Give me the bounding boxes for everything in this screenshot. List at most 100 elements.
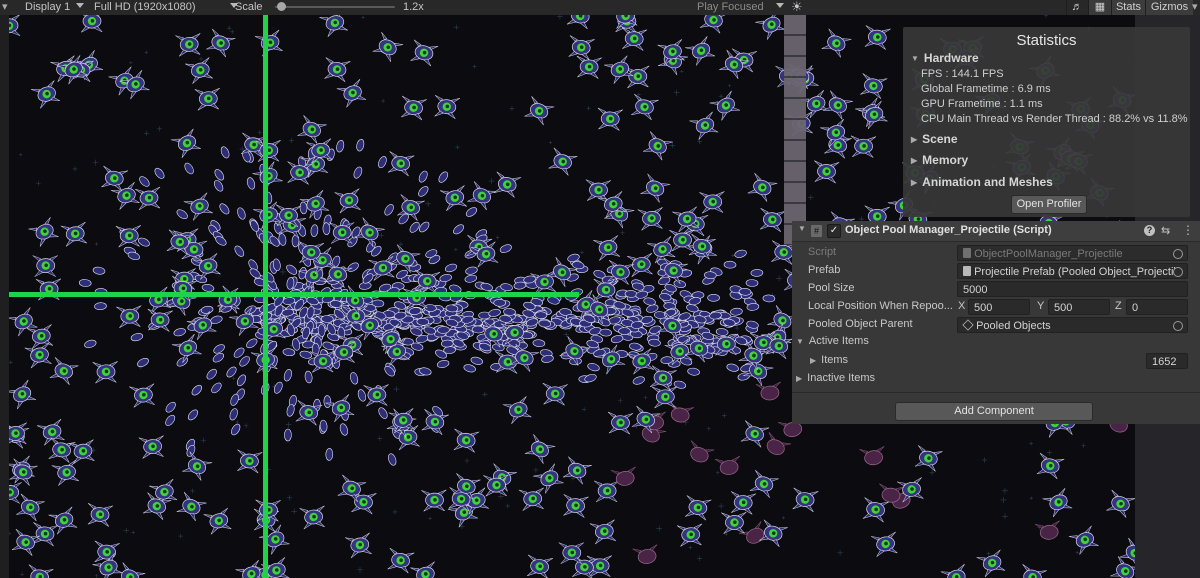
- enemy: [546, 147, 578, 177]
- foldout-arrow-icon[interactable]: ▼: [798, 224, 806, 233]
- memory-section[interactable]: ▶ Memory: [911, 153, 968, 167]
- projectile: [303, 370, 314, 384]
- items-foldout[interactable]: ▶ Items: [810, 352, 848, 369]
- active-items-foldout[interactable]: ▼ Active Items: [796, 333, 869, 350]
- enemy: [1034, 452, 1065, 480]
- star: [580, 250, 584, 255]
- enemy: [370, 31, 404, 64]
- star: [35, 180, 41, 186]
- projectile: [78, 278, 92, 288]
- z-label[interactable]: Z: [1115, 300, 1122, 312]
- star: [986, 551, 991, 556]
- enemy: [30, 79, 63, 110]
- star: [495, 235, 500, 240]
- projectile: [163, 400, 178, 415]
- inspector-panel: ▼ # ✓ Object Pool Manager_Projectile (Sc…: [792, 221, 1200, 424]
- more-options-icon[interactable]: ⋮: [1182, 223, 1194, 237]
- enemy: [593, 480, 620, 503]
- enemy: [194, 87, 222, 111]
- projectile: [345, 260, 361, 274]
- items-count-input[interactable]: 1652: [1146, 353, 1188, 369]
- script-label: Script: [808, 246, 837, 258]
- enemy: [110, 181, 142, 211]
- speaker-icon[interactable]: ♬: [1066, 0, 1087, 15]
- object-picker-icon[interactable]: [1173, 267, 1183, 277]
- enemy: [295, 114, 328, 145]
- enemy: [251, 161, 285, 193]
- enemy: [145, 308, 174, 333]
- enemy: [482, 474, 510, 497]
- scene-label: Scene: [922, 132, 958, 146]
- inactive-items-foldout[interactable]: ▶ Inactive Items: [796, 370, 875, 387]
- help-icon[interactable]: ?: [1144, 225, 1155, 236]
- preset-icon[interactable]: ⇆: [1161, 224, 1170, 237]
- stats-toggle-icon[interactable]: ▦: [1088, 0, 1111, 15]
- add-component-button[interactable]: Add Component: [895, 402, 1093, 421]
- pool-size-label: Pool Size: [808, 282, 855, 294]
- star: [586, 106, 591, 111]
- enemy: [170, 128, 204, 160]
- projectile: [647, 338, 662, 348]
- enemy: [651, 386, 678, 409]
- object-picker-icon[interactable]: [1173, 321, 1183, 331]
- x-input[interactable]: 500: [968, 299, 1030, 315]
- chevron-down-icon[interactable]: ▾: [1192, 0, 1198, 15]
- items-label: Items: [821, 354, 849, 366]
- star: [279, 268, 286, 275]
- star: [356, 566, 363, 573]
- enemy: [47, 356, 79, 387]
- star: [286, 495, 293, 501]
- star: [199, 57, 203, 61]
- star: [9, 360, 13, 365]
- star: [837, 550, 843, 556]
- enemy: [432, 94, 461, 120]
- projectile: [376, 405, 390, 421]
- star: [617, 397, 623, 403]
- resolution-dropdown[interactable]: Full HD (1920x1080): [94, 0, 238, 15]
- stats-button[interactable]: Stats: [1111, 0, 1145, 15]
- enemy: [24, 342, 55, 369]
- projectile: [204, 367, 219, 382]
- projectile: [92, 266, 106, 276]
- projectile: [725, 362, 740, 373]
- enemy: [698, 190, 726, 214]
- x-label[interactable]: X: [958, 300, 965, 312]
- scale-slider-handle[interactable]: [277, 2, 286, 11]
- open-profiler-button[interactable]: Open Profiler: [1011, 195, 1087, 214]
- enemy: [439, 184, 470, 212]
- enabled-checkbox[interactable]: ✓: [827, 224, 841, 238]
- enemy: [757, 207, 786, 233]
- scene-section[interactable]: ▶ Scene: [911, 132, 958, 146]
- pool-size-input[interactable]: 5000: [957, 281, 1188, 297]
- hardware-section[interactable]: ▼ Hardware: [911, 51, 979, 65]
- component-header[interactable]: ▼ # ✓ Object Pool Manager_Projectile (Sc…: [792, 221, 1200, 242]
- y-input[interactable]: 500: [1048, 299, 1110, 315]
- enemy: [638, 173, 671, 204]
- star: [94, 574, 99, 578]
- play-mode-dropdown[interactable]: Play Focused: [697, 0, 784, 15]
- menu-icon[interactable]: ▾: [2, 0, 8, 15]
- gizmos-button[interactable]: Gizmos: [1145, 0, 1193, 15]
- projectile: [135, 356, 151, 369]
- projectile: [351, 165, 364, 180]
- sun-icon[interactable]: ☀: [791, 0, 803, 15]
- prefab-field[interactable]: Projectile Prefab (Pooled Object_Project…: [957, 263, 1188, 279]
- star: [669, 142, 676, 149]
- enemy: [524, 554, 554, 578]
- enemy: [745, 172, 778, 203]
- star: [455, 145, 460, 150]
- enemy: [728, 491, 757, 516]
- pooled-object-parent-field[interactable]: Pooled Objects: [957, 317, 1188, 333]
- y-label[interactable]: Y: [1037, 300, 1044, 312]
- statistics-title: Statistics: [1016, 32, 1077, 49]
- projectile: [534, 311, 548, 320]
- enemy: [203, 28, 236, 59]
- animation-section[interactable]: ▶ Animation and Meshes: [911, 175, 1053, 189]
- scale-slider[interactable]: [275, 6, 395, 8]
- enemy: [321, 56, 351, 83]
- z-input[interactable]: 0: [1126, 299, 1188, 315]
- enemy: [688, 111, 721, 141]
- star: [464, 458, 470, 464]
- display-dropdown[interactable]: Display 1: [25, 0, 85, 15]
- projectile: [436, 358, 451, 370]
